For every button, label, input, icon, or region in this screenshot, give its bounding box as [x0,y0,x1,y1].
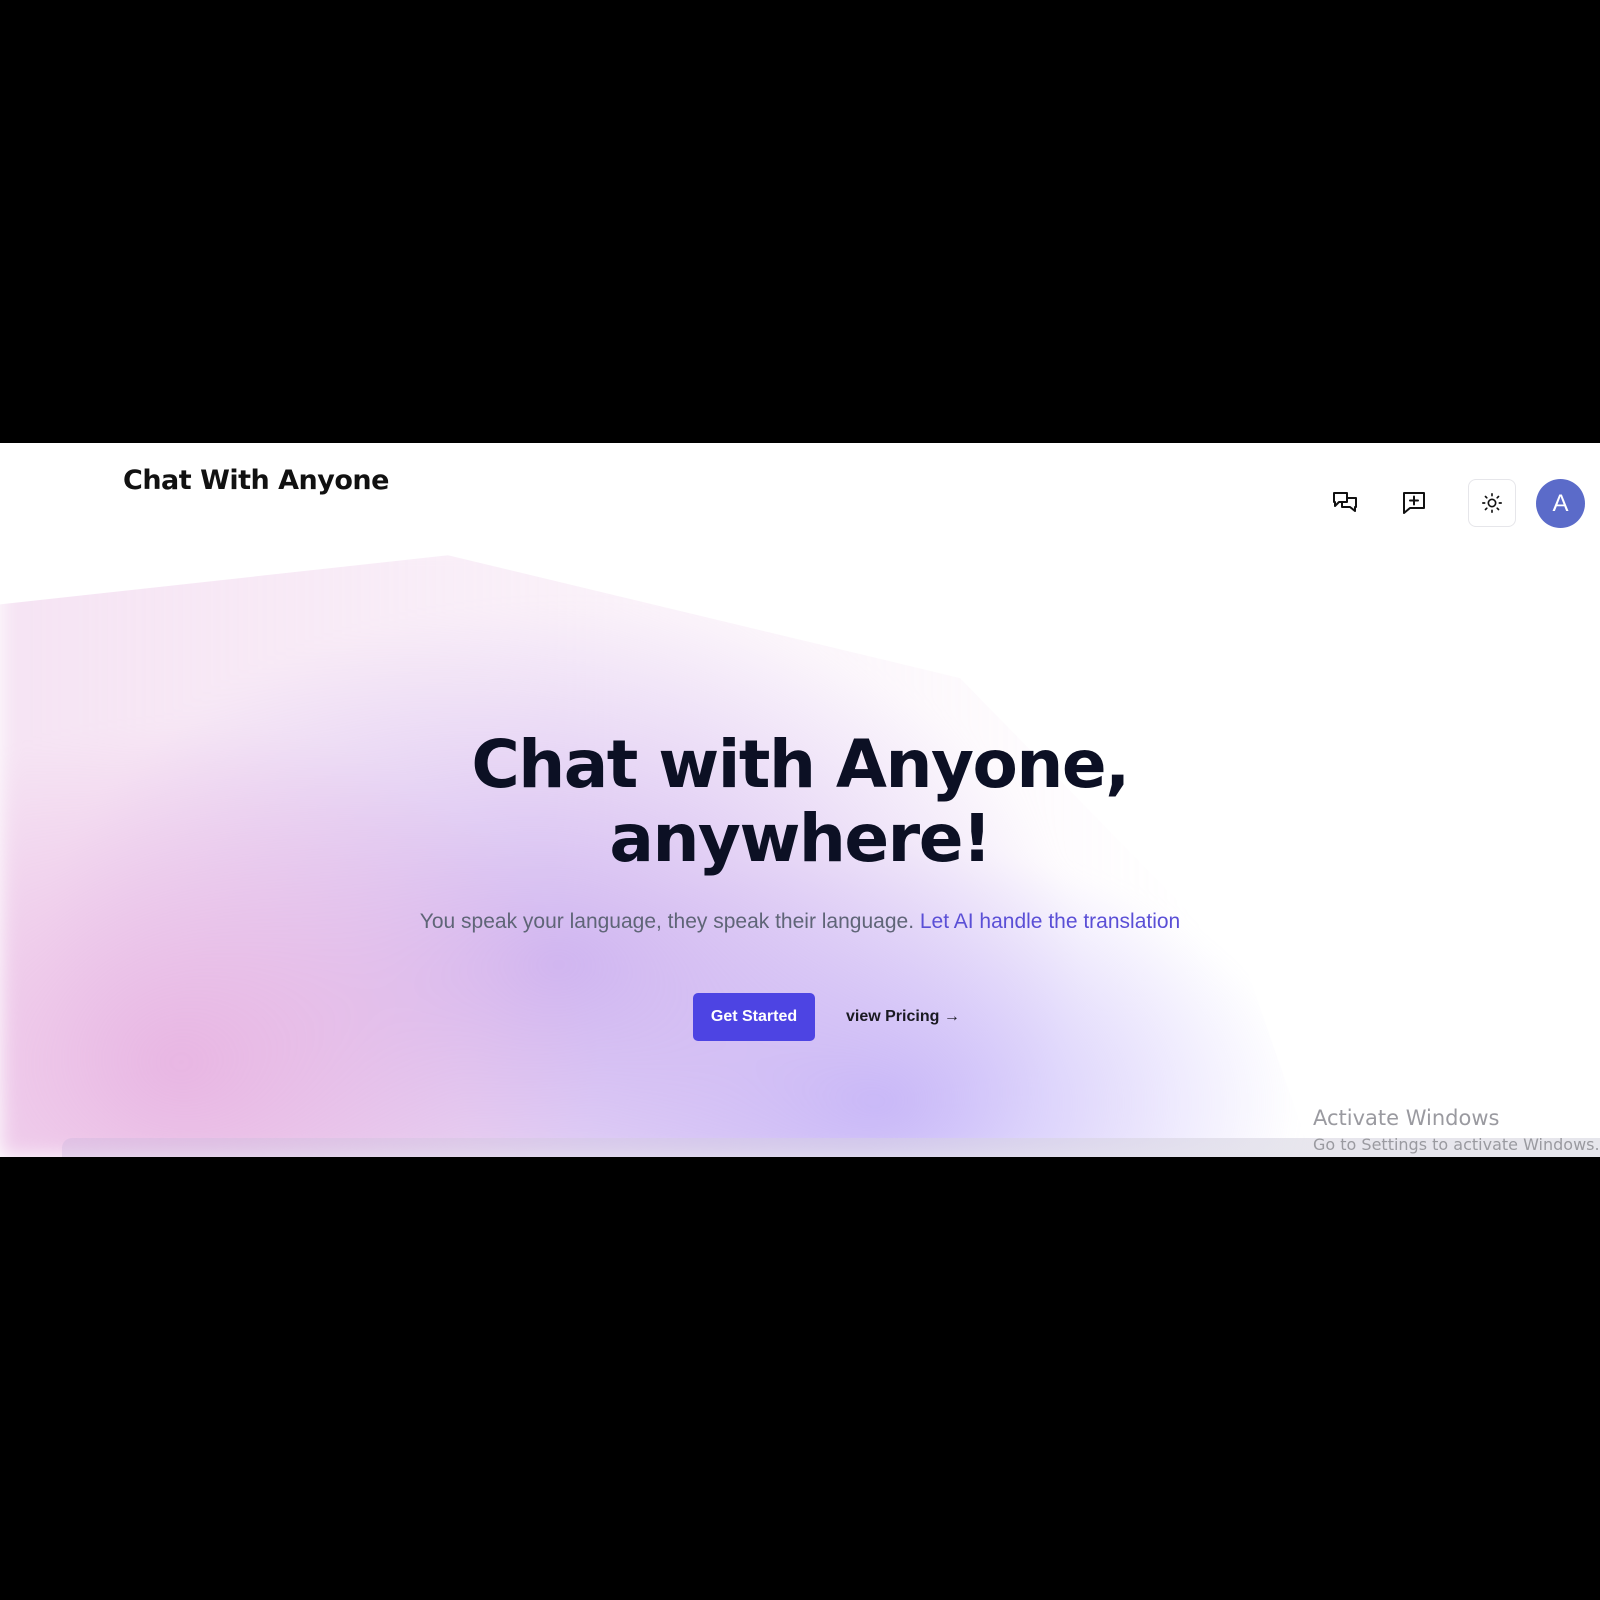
new-chat-icon [1403,492,1425,514]
get-started-button[interactable]: Get Started [693,993,815,1041]
letterbox-bottom [0,1157,1600,1600]
hero-subtitle-accent: Let AI handle the translation [919,910,1181,933]
watermark-subtitle: Go to Settings to activate Windows. [1313,1135,1600,1154]
hero-subtitle-text: You speak your language, they speak thei… [419,910,915,933]
letterbox-top [0,0,1600,443]
hero-subtitle: You speak your language, they speak thei… [300,910,1300,934]
hero-title-line1: Chat with Anyone, [471,726,1130,803]
watermark-title: Activate Windows [1313,1106,1500,1130]
top-navbar: Chat With Anyone A [0,443,1600,543]
app-logo[interactable]: Chat With Anyone [123,465,389,496]
chats-button[interactable] [1325,483,1365,523]
browser-viewport: Chat With Anyone A Chat with Anyone, any… [0,443,1600,1157]
hero-title-line2: anywhere! [609,800,992,877]
theme-toggle-button[interactable] [1468,479,1516,527]
chats-icon [1333,492,1357,512]
windows-activation-watermark: Activate Windows Go to Settings to activ… [1313,1106,1600,1154]
hero-cta-row: Get Started view Pricing → [693,992,960,1042]
user-avatar[interactable]: A [1536,479,1585,528]
view-pricing-link[interactable]: view Pricing → [846,1008,960,1026]
hero-title: Chat with Anyone, anywhere! [300,728,1300,876]
sun-icon [1482,493,1502,513]
new-chat-button[interactable] [1394,483,1434,523]
